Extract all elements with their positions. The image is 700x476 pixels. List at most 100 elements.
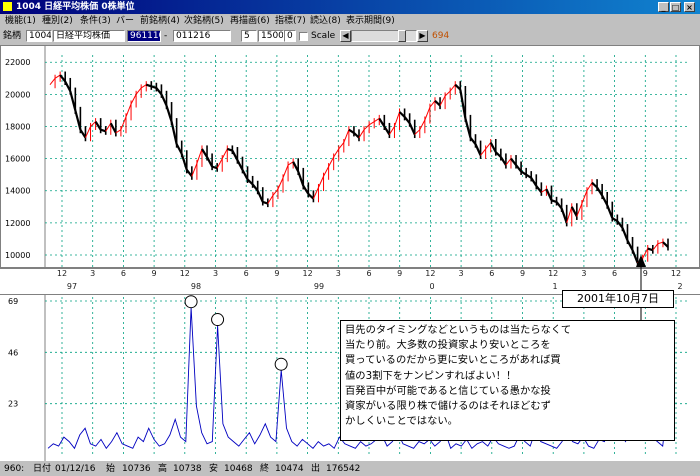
price-bar	[657, 241, 664, 245]
code-label: 銘柄	[3, 31, 22, 41]
volume-axis-label: 46	[8, 348, 18, 357]
window-title: 1004 日経平均株価 0株単位	[16, 2, 135, 12]
price-bar	[140, 84, 147, 89]
price-axis-label: 10000	[5, 251, 30, 260]
code-field[interactable]: 1004	[26, 30, 52, 42]
menu-next-stock[interactable]: 次銘柄(5)	[184, 14, 224, 28]
scroll-right-button[interactable]: ▶	[417, 30, 428, 42]
price-axis-label: 14000	[5, 187, 30, 196]
menu-period[interactable]: 表示期間(9)	[346, 14, 395, 28]
month-tick-label: 6	[121, 269, 126, 278]
volume-spike-marker	[274, 357, 288, 371]
price-bar	[282, 164, 289, 179]
price-bar	[647, 247, 654, 252]
period-field[interactable]: 5	[241, 30, 257, 42]
price-bar	[444, 90, 451, 97]
menu-function[interactable]: 機能(1)	[5, 14, 36, 28]
month-tick-label: 12	[671, 269, 681, 278]
annotation-comment-box: 目先のタイミングなどというものは当たらなくて 当たり前。大多数の投資家より安いと…	[340, 320, 675, 441]
title-bar: 1004 日経平均株価 0株単位 _ □ ×	[0, 0, 700, 14]
scale-checkbox[interactable]	[299, 32, 308, 41]
price-bar	[363, 124, 370, 131]
month-tick-label: 12	[548, 269, 558, 278]
price-axis-label: 22000	[5, 58, 30, 67]
price-bar	[125, 103, 132, 118]
price-bar	[211, 165, 218, 170]
price-bar	[221, 148, 228, 159]
menu-condition[interactable]: 条件(3)	[80, 14, 111, 28]
year-tick-label: 1	[552, 282, 557, 291]
price-axis-label: 16000	[5, 155, 30, 164]
status-bar: 960: 日付 01/12/16 始 10736 高 10738 安 10468…	[0, 462, 700, 476]
status-count: 960:	[4, 464, 25, 474]
month-tick-label: 6	[489, 269, 494, 278]
month-tick-label: 3	[581, 269, 586, 278]
param1-field[interactable]: 1500	[258, 30, 284, 42]
month-tick-label: 12	[303, 269, 313, 278]
volume-spike-marker	[184, 295, 198, 309]
status-close: 10474	[275, 464, 304, 474]
year-tick-label: 97	[67, 282, 77, 291]
scroll-thumb[interactable]	[398, 30, 406, 42]
name-field[interactable]: 日経平均株価	[53, 30, 125, 42]
comment-line: かしくいことではない。	[345, 415, 458, 428]
menu-prev-stock[interactable]: 前銘柄(4)	[140, 14, 180, 28]
status-open-label: 始	[106, 464, 116, 474]
volume-axis-label: 69	[8, 297, 18, 306]
menu-load[interactable]: 読込(8)	[310, 14, 341, 28]
price-bar	[54, 74, 61, 79]
volume-spike-marker	[211, 313, 225, 327]
month-tick-label: 3	[213, 269, 218, 278]
price-bar	[586, 182, 593, 191]
month-tick-label: 9	[274, 269, 279, 278]
price-bar	[130, 94, 137, 105]
comment-line: 値の3割下をナンピンすればよい！！	[345, 369, 517, 382]
price-axis-label: 20000	[5, 90, 30, 99]
menu-type[interactable]: 種別(2)	[42, 14, 73, 28]
start-date-field[interactable]: 961110	[127, 30, 161, 42]
year-tick-label: 2	[677, 282, 682, 291]
price-bar	[485, 142, 492, 150]
month-tick-label: 9	[643, 269, 648, 278]
year-tick-label: 0	[429, 282, 434, 291]
status-low: 10468	[224, 464, 253, 474]
menu-redraw[interactable]: 再描画(6)	[230, 14, 270, 28]
date-separator: -	[164, 31, 168, 41]
end-date-field[interactable]: 011216	[173, 30, 231, 42]
price-bar	[449, 84, 456, 92]
price-bar	[419, 119, 426, 130]
status-volume: 176542	[326, 464, 361, 474]
price-axis-label: 12000	[5, 219, 30, 228]
price-bar	[135, 87, 142, 95]
comment-line: 百発百中が可能であると信じている愚かな投	[345, 384, 551, 397]
scroll-track[interactable]	[351, 30, 417, 42]
month-tick-label: 9	[397, 269, 402, 278]
month-tick-label: 3	[336, 269, 341, 278]
menu-bar: 機能(1) 種別(2) 条件(3) バー 前銘柄(4) 次銘柄(5) 再描画(6…	[0, 14, 700, 28]
menu-indicator[interactable]: 指標(7)	[275, 14, 306, 28]
toolbar: 銘柄 1004 日経平均株価 961110 - 011216 5 1500 0 …	[0, 28, 700, 44]
price-bar	[277, 177, 284, 190]
maximize-button[interactable]: □	[670, 2, 681, 12]
status-open: 10736	[122, 464, 151, 474]
month-tick-label: 12	[57, 269, 67, 278]
price-bar	[226, 147, 233, 152]
status-low-label: 安	[209, 464, 219, 474]
price-axis-label: 18000	[5, 122, 30, 131]
status-high: 10738	[173, 464, 202, 474]
price-bar	[100, 128, 107, 133]
scroll-left-button[interactable]: ◀	[340, 30, 351, 42]
param2-field[interactable]: 0	[284, 30, 296, 42]
comment-line: 当たり前。大多数の投資家より安いところを	[345, 339, 551, 352]
price-panel-frame	[0, 45, 700, 268]
close-button[interactable]: ×	[684, 2, 695, 12]
price-bar	[368, 121, 375, 126]
menu-bar-type[interactable]: バー	[116, 14, 134, 28]
month-tick-label: 6	[612, 269, 617, 278]
price-bar	[343, 129, 350, 143]
minimize-button[interactable]: _	[658, 2, 669, 12]
month-tick-label: 6	[366, 269, 371, 278]
price-bar	[318, 176, 324, 188]
volume-axis-label: 23	[8, 400, 18, 409]
bar-count: 694	[432, 31, 450, 41]
